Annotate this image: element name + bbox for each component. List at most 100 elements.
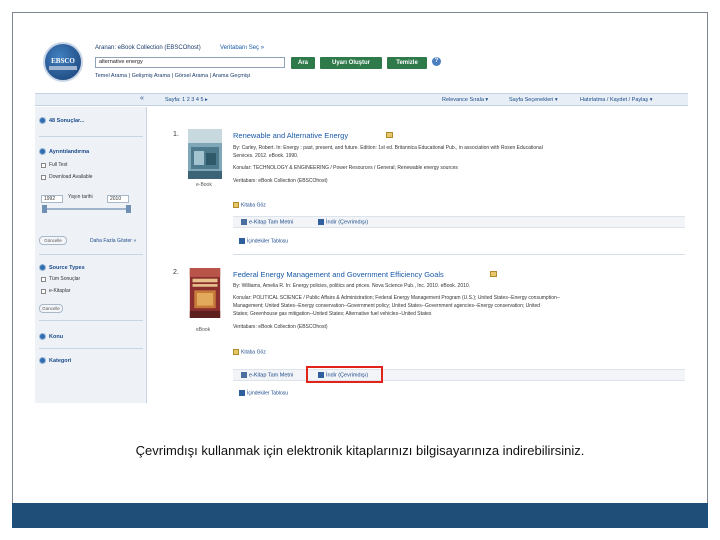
slide-caption: Çevrimdışı kullanmak için elektronik kit… [135,443,585,458]
year-to-input[interactable]: 2010 [107,195,129,203]
collapse-icon [39,264,46,271]
sort-dropdown[interactable]: Relevance Sırala ▾ [442,97,488,103]
download-link[interactable]: İndir (Çevrimdışı) [318,219,368,225]
result-title-link[interactable]: Federal Energy Management and Government… [233,270,444,279]
book-icon [233,202,239,208]
choose-database-link[interactable]: Veritabanı Seç » [220,45,264,51]
result-actions-bar: e-Kitap Tam Metni İndir (Çevrimdışı) [233,369,685,381]
ebooks-label: e-Kitaplar [49,288,71,294]
result-subjects-line-3: States; Greenhouse gas mitigation--Unite… [233,311,432,317]
result-database-line: Veritabanı: eBook Collection (EBSCOhost) [233,324,328,330]
subject-heading[interactable]: Konu [39,333,63,340]
source-types-heading[interactable]: Source Types [39,264,85,271]
fulltext-link[interactable]: e-Kitap Tam Metni [241,372,293,378]
help-icon[interactable]: ? [432,57,441,66]
divider [39,320,143,321]
downloadable-label: Download Available [49,174,93,180]
view-ebook-link[interactable]: Kitaba Göz [233,349,266,355]
result-subjects-line: Konular: TECHNOLOGY & ENGINEERING / Powe… [233,165,458,171]
result-author-line: By: Williams, Amelia R. In: Energy polic… [233,283,471,289]
book-cover-thumbnail[interactable] [188,129,222,179]
show-more-link[interactable]: Daha Fazla Göster » [90,238,136,244]
category-heading[interactable]: Kategori [39,357,71,364]
logo-band [49,66,77,70]
view-ebook-label: Kitaba Göz [241,202,266,209]
result-actions-bar: e-Kitap Tam Metni İndir (Çevrimdışı) [233,216,685,228]
thumb-caption: eBook [196,327,211,333]
search-mode-links[interactable]: Temel Arama | Gelişmiş Arama | Görsel Ar… [95,73,250,79]
ebsco-screenshot: EBSCO Aranan: eBook Collection (EBSCOhos… [35,36,688,403]
toc-label: İçindekiler Tablosu [247,238,289,245]
collapse-icon [39,148,46,155]
expand-icon [39,333,46,340]
result-title-link[interactable]: Renewable and Alternative Energy [233,131,348,140]
download-highlight-box [306,366,383,383]
result-subjects-line-2: Management; United States--Energy conser… [233,303,541,309]
divider [39,136,143,137]
fulltext-checkbox[interactable] [41,163,46,168]
divider [39,254,143,255]
all-results-label: Tüm Sonuçlar [49,276,81,282]
all-results-checkbox[interactable] [41,277,46,282]
result-number: 2. [173,269,179,276]
folder-icon[interactable] [386,132,393,138]
toc-expand-icon [239,238,245,244]
sidebar: 48 Sonuçlar... Ayrıntılandırma Full Text… [35,107,147,403]
downloadable-checkbox[interactable] [41,175,46,180]
refine-label: Ayrıntılandırma [49,148,90,155]
year-slider-handle-left[interactable] [42,205,47,213]
year-slider-handle-right[interactable] [126,205,131,213]
collapse-sidebar-icon[interactable]: « [140,95,144,102]
results-count-label: 48 Sonuçlar... [49,117,85,124]
source-types-label: Source Types [49,264,85,271]
toc-expand-icon [239,390,245,396]
fulltext-icon [241,219,247,225]
logo-text: EBSCO [51,57,75,65]
divider [233,254,685,255]
toc-link[interactable]: İçindekiler Tablosu [239,238,288,244]
toc-label: İçindekiler Tablosu [247,390,289,397]
folder-icon[interactable] [490,271,497,277]
book-icon [233,349,239,355]
result-author-line: By: Carley, Robert. In: Energy : past, p… [233,145,543,151]
result-pub-line: Services. 2012. eBook. 1990. [233,153,299,159]
year-label: Yayın tarihi [68,194,93,200]
year-from-input[interactable]: 1992 [41,195,63,203]
subject-label: Konu [49,333,64,340]
page-numbers[interactable]: Sayfa: 1 2 3 4 5 ▸ [165,97,208,103]
download-icon [318,219,324,225]
refine-heading[interactable]: Ayrıntılandırma [39,148,89,155]
divider [39,348,143,349]
footer-bar [12,503,708,528]
clear-button[interactable]: Temizle [387,57,427,69]
view-ebook-label: Kitaba Göz [241,349,266,356]
search-input[interactable]: alternative energy [95,57,285,68]
book-cover-thumbnail[interactable] [188,268,222,318]
ebooks-checkbox[interactable] [41,289,46,294]
share-dropdown[interactable]: Hatırlatma / Kaydet / Paylaş ▾ [580,97,652,103]
category-label: Kategori [49,357,72,364]
result-database-line: Veritabanı: eBook Collection (EBSCOhost) [233,178,328,184]
update-button-2[interactable]: Güncelle [39,304,63,313]
result-subjects-line: Konular: POLITICAL SCIENCE / Public Affa… [233,295,561,301]
update-button[interactable]: Güncelle [39,236,67,245]
view-ebook-link[interactable]: Kitaba Göz [233,202,266,208]
fulltext-link[interactable]: e-Kitap Tam Metni [241,219,293,225]
page-options-dropdown[interactable]: Sayfa Seçenekleri ▾ [509,97,558,103]
expand-icon [39,357,46,364]
toc-link[interactable]: İçindekiler Tablosu [239,390,288,396]
results-navbar: « Sayfa: 1 2 3 4 5 ▸ Relevance Sırala ▾ … [35,93,688,106]
ebsco-logo[interactable]: EBSCO [43,42,83,82]
result-number: 1. [173,131,179,138]
fulltext-link-label: e-Kitap Tam Metni [249,372,294,379]
search-button[interactable]: Ara [291,57,315,69]
search-header: EBSCO Aranan: eBook Collection (EBSCOhos… [35,36,688,91]
search-label: Aranan: eBook Collection (EBSCOhost) [95,45,201,51]
fulltext-icon [241,372,247,378]
fulltext-label: Full Text [49,162,68,168]
results-count[interactable]: 48 Sonuçlar... [39,117,84,124]
year-slider-track[interactable] [43,208,131,210]
expand-icon [39,117,46,124]
download-link-label: İndir (Çevrimdışı) [326,219,369,226]
create-alert-button[interactable]: Uyarı Oluştur [320,57,382,69]
